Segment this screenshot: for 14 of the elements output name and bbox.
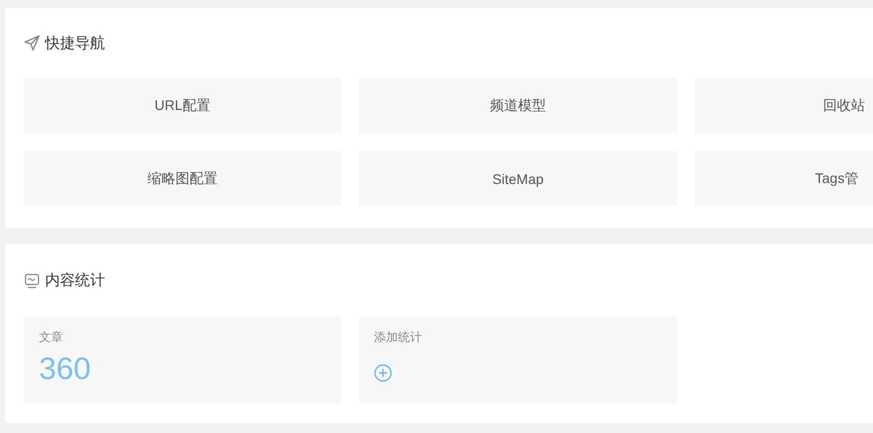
send-icon <box>24 35 40 51</box>
section-title: 快捷导航 <box>45 34 105 52</box>
stat-label: 文章 <box>39 329 63 346</box>
nav-button[interactable]: 缩略图配置 <box>24 151 341 206</box>
nav-button[interactable]: URL配置 <box>24 78 341 133</box>
nav-button[interactable]: SiteMap <box>359 151 677 206</box>
stat-value: 360 <box>39 350 91 388</box>
nav-button[interactable]: 回收站 <box>695 78 873 133</box>
stat-label: 添加统计 <box>374 329 422 346</box>
monitor-icon <box>24 272 40 288</box>
add-icon[interactable] <box>374 364 392 382</box>
nav-button[interactable]: 频道模型 <box>359 78 677 133</box>
section-title: 内容统计 <box>45 271 105 290</box>
nav-button[interactable]: Tags管 <box>695 151 873 206</box>
